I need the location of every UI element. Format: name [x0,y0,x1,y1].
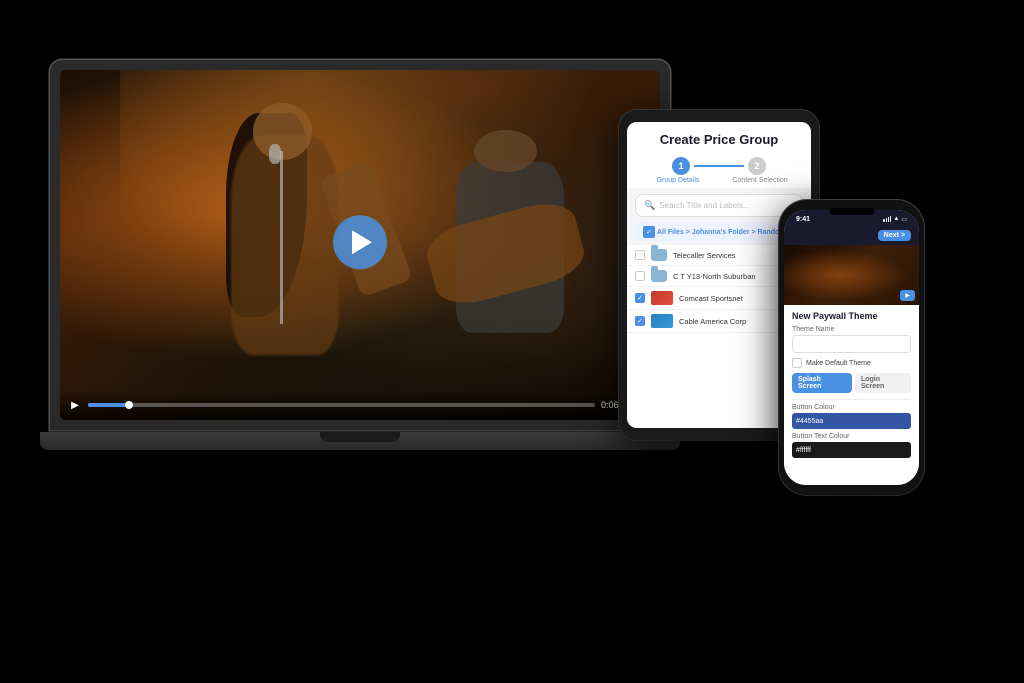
theme-name-input[interactable] [792,335,911,353]
folder-icon-2 [651,270,667,282]
button-text-colour-swatch[interactable]: #ffffff [792,442,911,458]
step-labels: Group Details Content Selection [627,177,811,188]
signal-bar-2 [886,218,887,222]
theme-name-label: Theme Name [792,326,911,333]
phone-notch [829,208,874,215]
file-checkbox-1[interactable] [635,250,645,260]
phone-next-button[interactable]: Next > [878,230,911,241]
step-2-circle: 2 [748,157,766,175]
microphone [269,144,281,164]
signal-bar-1 [883,219,884,222]
login-screen-tab[interactable]: Login Screen [855,373,911,393]
phone-device: 9:41 ▲ ▭ Next > ▶ [779,200,924,495]
search-icon: 🔍 [644,200,655,211]
phone-status-icons: ▲ ▭ [883,216,907,223]
tablet-header: Create Price Group [627,122,811,151]
file-checkbox-3[interactable]: ✓ [635,293,645,303]
play-button[interactable] [333,215,387,269]
breadcrumb-text: All Files > Johanna's Folder > Random [657,229,785,236]
phone-content: New Paywall Theme Theme Name Make Defaul… [784,305,919,485]
default-theme-checkbox[interactable] [792,358,802,368]
step-1-label: Group Details [637,177,719,184]
play-icon [352,230,372,254]
laptop-notch [320,432,400,442]
phone-screen: 9:41 ▲ ▭ Next > ▶ [784,210,919,485]
phone-video-play-button[interactable]: ▶ [900,290,915,301]
laptop-screen-inner: ▶ 0:06 🔊 ⛶ [60,70,660,420]
folder-icon-1 [651,249,667,261]
breadcrumb: ✓ All Files > Johanna's Folder > Random [635,223,803,241]
file-checkbox-4[interactable]: ✓ [635,316,645,326]
phone-video-overlay [784,245,919,305]
button-text-colour-label: Button Text Colour [792,433,911,440]
singer-body [231,135,339,356]
screen-tabs: Splash Screen Login Screen [792,373,911,393]
laptop-device: ▶ 0:06 🔊 ⛶ [50,60,670,500]
laptop-base [40,432,680,450]
mic-stand [280,151,283,324]
splash-screen-tab[interactable]: Splash Screen [792,373,852,393]
play-pause-button[interactable]: ▶ [68,398,82,412]
video-thumb-4 [651,314,673,328]
video-controls-bar: ▶ 0:06 🔊 ⛶ [60,390,660,420]
divider-1 [792,399,911,400]
wifi-icon: ▲ [893,216,899,222]
battery-icon: ▭ [901,216,907,223]
progress-bar[interactable] [88,403,595,407]
signal-bar-3 [888,217,889,222]
button-colour-value: #4455aa [796,418,823,425]
button-colour-label: Button Colour [792,404,911,411]
phone-nav-header: Next > [784,228,919,245]
phone-video-thumbnail: ▶ [784,245,919,305]
guitarist-figure [420,123,600,386]
step-2-label: Content Selection [719,177,801,184]
default-theme-label: Make Default Theme [806,360,871,367]
progress-dot [125,401,133,409]
progress-fill [88,403,129,407]
button-text-colour-value: #ffffff [796,447,811,454]
main-scene: ▶ 0:06 🔊 ⛶ Cre [0,0,1024,683]
step-1-circle: 1 [672,157,690,175]
signal-icon [883,216,891,222]
signal-bar-4 [890,216,891,222]
search-placeholder: Search Title and Labels... [659,201,749,210]
phone-time: 9:41 [796,216,810,223]
video-thumb-3 [651,291,673,305]
file-checkbox-2[interactable] [635,271,645,281]
time-display: 0:06 [601,400,619,410]
breadcrumb-check-icon: ✓ [643,226,655,238]
tablet-search-box[interactable]: 🔍 Search Title and Labels... [635,194,803,217]
laptop-body: ▶ 0:06 🔊 ⛶ [50,60,670,450]
tablet-title: Create Price Group [637,132,801,147]
paywall-section-title: New Paywall Theme [792,311,911,321]
default-theme-row: Make Default Theme [792,358,911,368]
stepper: 1 2 [627,151,811,177]
laptop-screen-outer: ▶ 0:06 🔊 ⛶ [50,60,670,430]
button-colour-swatch[interactable]: #4455aa [792,413,911,429]
step-line [694,165,744,167]
